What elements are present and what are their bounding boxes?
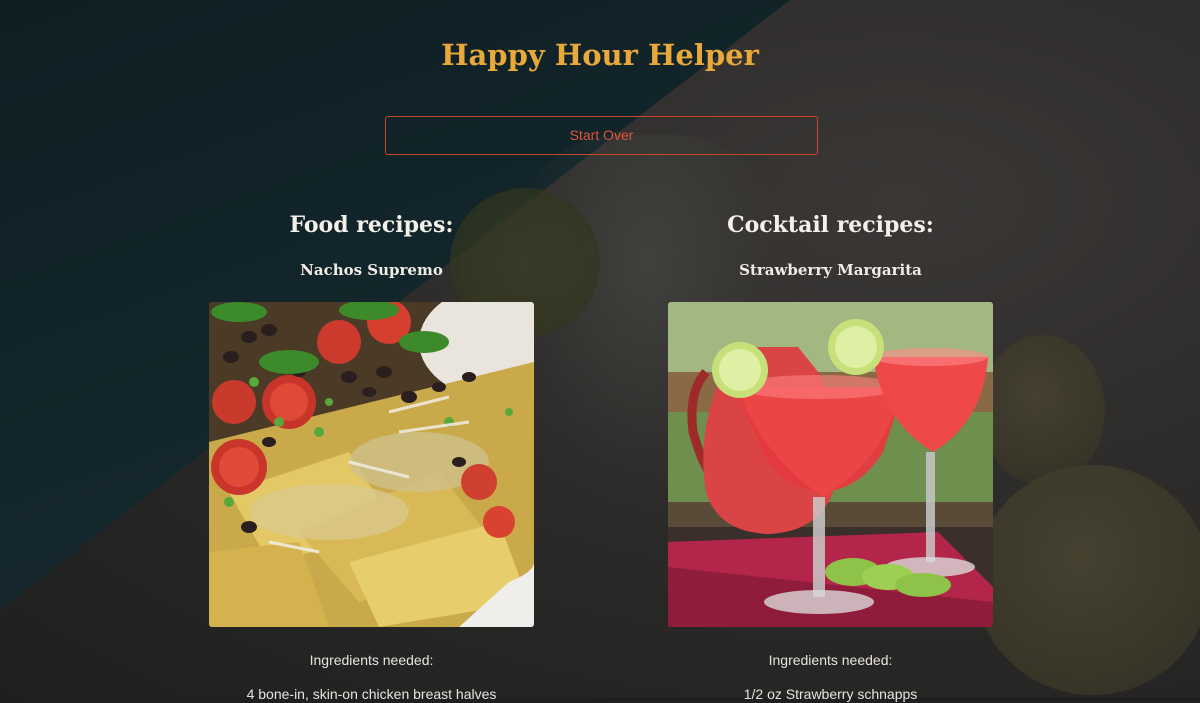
food-heading: Food recipes: — [289, 212, 454, 238]
nachos-illustration — [209, 302, 534, 627]
page-title: Happy Hour Helper — [441, 38, 759, 72]
food-ingredient-item: 4 bone-in, skin-on chicken breast halves — [246, 686, 497, 702]
food-column: Food recipes: Nachos Supremo Ingredients… — [209, 205, 534, 703]
start-over-button[interactable]: Start Over — [385, 116, 818, 155]
cocktail-heading: Cocktail recipes: — [727, 212, 934, 238]
cocktail-ingredients-label: Ingredients needed: — [768, 652, 893, 668]
page-content: Happy Hour Helper Start Over Food recipe… — [0, 0, 1200, 702]
cocktail-recipe-image — [668, 302, 993, 627]
margarita-illustration — [668, 302, 993, 627]
cocktail-ingredient-item: 1/2 oz Strawberry schnapps — [743, 686, 918, 702]
food-recipe-image — [209, 302, 534, 627]
cocktail-recipe-name: Strawberry Margarita — [739, 261, 922, 279]
food-ingredients-label: Ingredients needed: — [309, 652, 434, 668]
cocktail-column: Cocktail recipes: Strawberry Margarita I… — [668, 205, 993, 703]
food-recipe-name: Nachos Supremo — [300, 261, 443, 279]
